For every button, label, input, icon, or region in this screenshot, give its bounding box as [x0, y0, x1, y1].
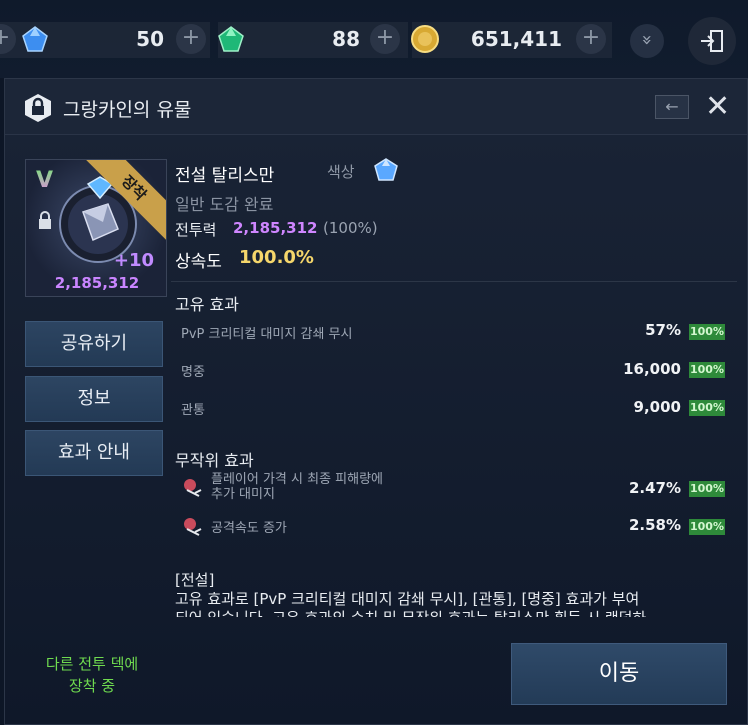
info-button[interactable]: 정보: [25, 376, 163, 422]
effect-label: 명중: [181, 365, 205, 380]
close-button[interactable]: ✕: [705, 89, 730, 124]
effect-percent-badge: 100%: [689, 519, 725, 535]
green-gem-icon: [218, 26, 244, 52]
effect-label: 관통: [181, 403, 205, 418]
effect-label: 플레이어 가격 시 최종 피해량에 추가 대미지: [211, 472, 384, 502]
effect-label: PvP 크리티컬 대미지 감쇄 무시: [181, 327, 353, 342]
power-percent: (100%): [323, 219, 378, 237]
color-gem-icon: [374, 158, 398, 181]
lock-icon: [39, 211, 51, 229]
effect-guide-button[interactable]: 효과 안내: [25, 430, 163, 476]
share-button[interactable]: 공유하기: [25, 321, 163, 367]
talisman-card[interactable]: V +10 2,185,312 장착: [25, 159, 167, 297]
back-button[interactable]: ←: [655, 95, 689, 119]
relic-detail-panel: 그랑카인의 유물 ← ✕ V +10 2,185,312 장착 공유하기 정보 …: [4, 78, 748, 725]
add-green-gem-button[interactable]: +: [370, 24, 400, 54]
unique-effects-title: 고유 효과: [175, 295, 239, 314]
exit-button[interactable]: [688, 17, 736, 65]
power-label: 전투력: [175, 221, 217, 239]
panel-title: 그랑카인의 유물: [63, 99, 192, 121]
color-label: 색상: [327, 163, 355, 181]
power-value: 2,185,312: [233, 219, 318, 237]
effect-percent-badge: 100%: [689, 324, 725, 340]
effect-percent-badge: 100%: [689, 362, 725, 378]
divider: [171, 281, 737, 282]
item-description[interactable]: [전설] 고유 효과로 [PvP 크리티컬 대미지 감쇄 무시], [관통], …: [175, 571, 735, 617]
add-blue-gem-button[interactable]: +: [176, 24, 206, 54]
description-line: 고유 효과로 [PvP 크리티컬 대미지 감쇄 무시], [관통], [명중] …: [175, 590, 640, 608]
equipped-deck-note: 다른 전투 덱에 장착 중: [45, 655, 139, 695]
close-icon: ✕: [705, 89, 731, 124]
inherit-label: 상속도: [175, 252, 222, 272]
add-gold-button[interactable]: +: [576, 24, 606, 54]
effect-label: 공격속도 증가: [211, 521, 287, 536]
blue-gem-amount: 50: [136, 27, 164, 51]
description-line: 되어 있습니다. 고유 효과의 수치 및 무작위 효과는 탈리스만 획득 시 랜…: [175, 609, 735, 617]
card-power: 2,185,312: [54, 274, 140, 292]
green-gem-amount: 88: [332, 27, 360, 51]
description-tag: [전설]: [175, 571, 215, 589]
enhance-level: +10: [113, 250, 154, 271]
panel-header: 그랑카인의 유물 ← ✕: [5, 79, 747, 135]
collection-status: 일반 도감 완료: [175, 195, 274, 214]
arrow-left-icon: ←: [665, 97, 679, 116]
sword-skull-icon: [184, 479, 202, 497]
effect-value: 9,000: [633, 398, 681, 416]
inherit-value: 100.0%: [239, 247, 314, 268]
blue-gem-icon: [22, 26, 48, 52]
effect-value: 2.47%: [628, 479, 681, 497]
effect-percent-badge: 100%: [689, 400, 725, 416]
effect-value: 2.58%: [628, 516, 681, 534]
gold-amount: 651,411: [470, 27, 562, 51]
effect-value: 16,000: [623, 360, 681, 378]
move-button[interactable]: 이동: [511, 643, 727, 705]
currency-bar: + 50 + 88 + 651,411 + »: [0, 0, 748, 78]
effect-value: 57%: [645, 321, 681, 339]
effect-percent-badge: 100%: [689, 481, 725, 497]
exit-door-icon: [701, 30, 723, 52]
item-name: 전설 탈리스만: [175, 166, 275, 186]
collapse-menu-button[interactable]: »: [630, 24, 664, 58]
gold-coin-icon: [411, 25, 439, 53]
random-effects-title: 무작위 효과: [175, 451, 254, 470]
lock-icon: [25, 94, 51, 122]
sword-skull-icon: [184, 518, 202, 536]
double-chevron-down-icon: »: [636, 34, 658, 46]
